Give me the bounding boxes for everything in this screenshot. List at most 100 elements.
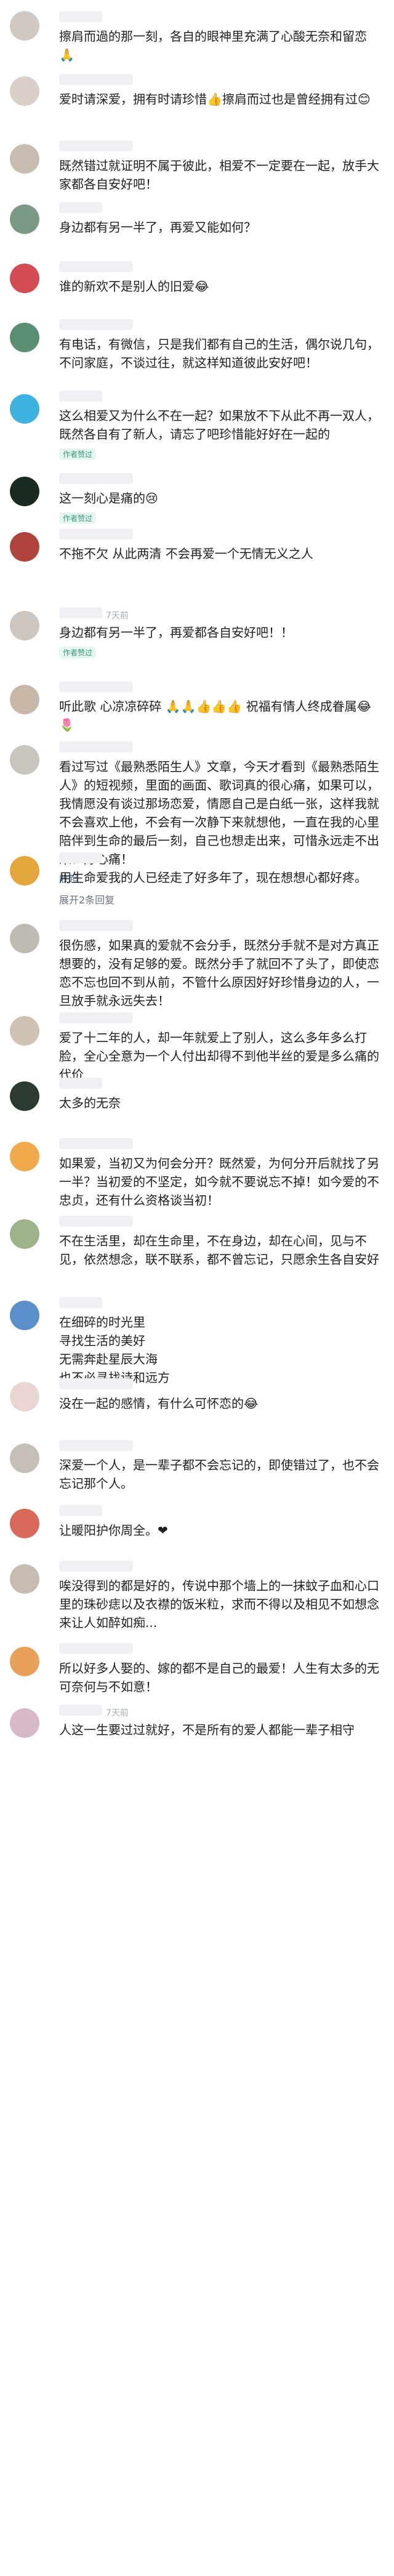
username-redacted[interactable] (59, 140, 133, 151)
avatar[interactable] (10, 144, 39, 174)
comment-header (59, 1216, 380, 1232)
comment-text: 看过写过《最熟悉陌生人》文章，今天才看到《最熟悉陌生人》的短视频，里面的画面、歌… (59, 759, 379, 866)
username-redacted[interactable] (59, 473, 133, 484)
username-redacted[interactable] (59, 607, 102, 618)
comment-item: 爱了十二年的人，却一年就爱上了别人，这么多年多么打脸，全心全意为一个人付出却得不… (0, 1012, 394, 1084)
username-redacted[interactable] (59, 1138, 133, 1149)
avatar[interactable] (10, 856, 39, 886)
username-redacted[interactable] (59, 319, 133, 330)
avatar[interactable] (10, 611, 39, 640)
comment-text: 爱时请深爱，拥有时请珍惜👍擦肩而过也是曾经拥有过😊 (59, 92, 371, 107)
username-redacted[interactable] (59, 11, 102, 22)
username-redacted[interactable] (59, 1012, 133, 1024)
comment-text: 让暖阳护你周全。❤ (59, 1523, 168, 1538)
comment-item: 很伤感，如果真的爱就不会分手，既然分手就不是对方真正想要的，没有足够的爱。既然分… (0, 920, 394, 1010)
username-redacted[interactable] (59, 1378, 133, 1389)
avatar[interactable] (10, 204, 39, 234)
avatar[interactable] (10, 477, 39, 506)
avatar[interactable] (10, 745, 39, 775)
comment-text: 这一刻心是痛的😢 (59, 491, 158, 506)
username-redacted[interactable] (59, 1440, 133, 1451)
username-redacted[interactable] (59, 1297, 102, 1308)
username-redacted[interactable] (59, 741, 133, 753)
comment-text: 唉没得到的都是好的，传说中那个墙上的一抹蚊子血和心口里的珠砂痣以及衣襟的饭米粒，… (59, 1578, 379, 1630)
comment-item: 如果爱，当初又为何会分开？既然爱，为何分开后就找了另一半？当初爱的不坚定，如今就… (0, 1138, 394, 1209)
comment-item: 7天前身边都有另一半了，再爱都各自安好吧！！ 作者赞过 (0, 607, 394, 658)
comment-item: 听此歌 心凉凉碎碎 🙏🙏👍👍👍 祝福有情人终成眷属😂🌷 (0, 681, 394, 734)
comment-header: 7天前 (59, 607, 380, 623)
comment-text: 如果爱，当初又为何会分开？既然爱，为何分开后就找了另一半？当初爱的不坚定，如今就… (59, 1156, 379, 1208)
comment-item: 不拖不欠 从此两清 不会再爱一个无情无义之人 (0, 528, 394, 563)
username-redacted[interactable] (59, 852, 102, 863)
comment-time: 7天前 (106, 611, 129, 621)
username-redacted[interactable] (59, 261, 133, 272)
username-redacted[interactable] (59, 1078, 102, 1089)
author-liked-badge: 作者赞过 (59, 512, 97, 524)
avatar[interactable] (10, 1509, 39, 1538)
comment-item: 太多的无奈 (0, 1078, 394, 1112)
avatar[interactable] (10, 1564, 39, 1594)
comment-header (59, 261, 380, 277)
comment-item: 没在一起的感情，有什么可怀恋的😂 (0, 1378, 394, 1413)
expand-replies-button[interactable]: 展开2条回复 (59, 892, 380, 906)
comment-item: 在细碎的时光里 寻找生活的美好 无需奔赴星辰大海 也不必寻找诗和远方 (0, 1297, 394, 1387)
avatar[interactable] (10, 1219, 39, 1249)
comment-header (59, 1078, 380, 1094)
comment-item: 既然错过就证明不属于彼此，相爱不一定要在一起，放手大家都各自安好吧！ (0, 140, 394, 193)
username-redacted[interactable] (59, 1643, 133, 1654)
comment-text: 这么相爱又为什么不在一起？如果放不下从此不再一双人，既然各自有了新人，请忘了吧珍… (59, 408, 379, 442)
comment-header (59, 140, 380, 156)
avatar[interactable] (10, 1708, 39, 1738)
username-redacted[interactable] (59, 681, 133, 692)
avatar[interactable] (10, 924, 39, 953)
comment-text: 人这一生要过过就好，不是所有的爱人都能一辈子相守 (59, 1722, 355, 1737)
avatar[interactable] (10, 1443, 39, 1473)
avatar[interactable] (10, 323, 39, 352)
username-redacted[interactable] (59, 528, 133, 539)
username-redacted[interactable] (59, 1561, 133, 1572)
comment-header (59, 11, 380, 27)
comment-header (59, 920, 380, 936)
avatar[interactable] (10, 532, 39, 562)
username-redacted[interactable] (59, 1216, 133, 1227)
comment-text: 谁的新欢不是别人的旧爱😂 (59, 279, 209, 294)
avatar[interactable] (10, 11, 39, 41)
avatar[interactable] (10, 1081, 39, 1111)
comment-item: 这一刻心是痛的😢 作者赞过 (0, 473, 394, 524)
username-redacted[interactable] (59, 390, 102, 402)
username-redacted[interactable] (59, 1705, 102, 1716)
comment-text: 身边都有另一半了，再爱都各自安好吧！！ (59, 625, 293, 640)
comment-item: 让暖阳护你周全。❤ (0, 1505, 394, 1540)
author-liked-badge: 作者赞过 (59, 448, 97, 460)
comment-item: 爱时请深爱，拥有时请珍惜👍擦肩而过也是曾经拥有过😊 (0, 74, 394, 108)
comment-header (59, 1378, 380, 1394)
comment-item: 所以好多人娶的、嫁的都不是自己的最爱！人生有太多的无可奈何与不如意！ (0, 1643, 394, 1696)
comment-header (59, 1561, 380, 1577)
comment-header (59, 1012, 380, 1028)
comment-text: 不在生活里，却在生命里，不在身边，却在心间，见与不见，依然想念，联不联系，都不曾… (59, 1233, 379, 1267)
comment-text: 身边都有另一半了，再爱又能如何？ (59, 220, 256, 235)
comment-text: 爱了十二年的人，却一年就爱上了别人，这么多年多么打脸，全心全意为一个人付出却得不… (59, 1030, 379, 1082)
comment-header (59, 1138, 380, 1154)
comment-item: 唉没得到的都是好的，传说中那个墙上的一抹蚊子血和心口里的珠砂痣以及衣襟的饭米粒，… (0, 1561, 394, 1632)
username-redacted[interactable] (59, 920, 133, 931)
username-redacted[interactable] (59, 202, 102, 213)
avatar[interactable] (10, 264, 39, 293)
avatar[interactable] (10, 1382, 39, 1411)
comment-header (59, 473, 380, 489)
username-redacted[interactable] (59, 74, 133, 85)
avatar[interactable] (10, 1301, 39, 1330)
comment-header (59, 1643, 380, 1659)
comment-text: 在细碎的时光里 寻找生活的美好 无需奔赴星辰大海 也不必寻找诗和远方 (59, 1315, 170, 1385)
username-redacted[interactable] (59, 1505, 102, 1516)
comment-item: 擦肩而過的那一刻，各自的眼神里充满了心酸无奈和留恋🙏 (0, 11, 394, 64)
avatar[interactable] (10, 1142, 39, 1171)
avatar[interactable] (10, 394, 39, 424)
avatar[interactable] (10, 1647, 39, 1676)
avatar[interactable] (10, 685, 39, 714)
avatar[interactable] (10, 76, 39, 106)
author-liked-badge: 作者赞过 (59, 647, 97, 658)
avatar[interactable] (10, 1016, 39, 1046)
comment-header (59, 1505, 380, 1521)
comment-header (59, 681, 380, 697)
